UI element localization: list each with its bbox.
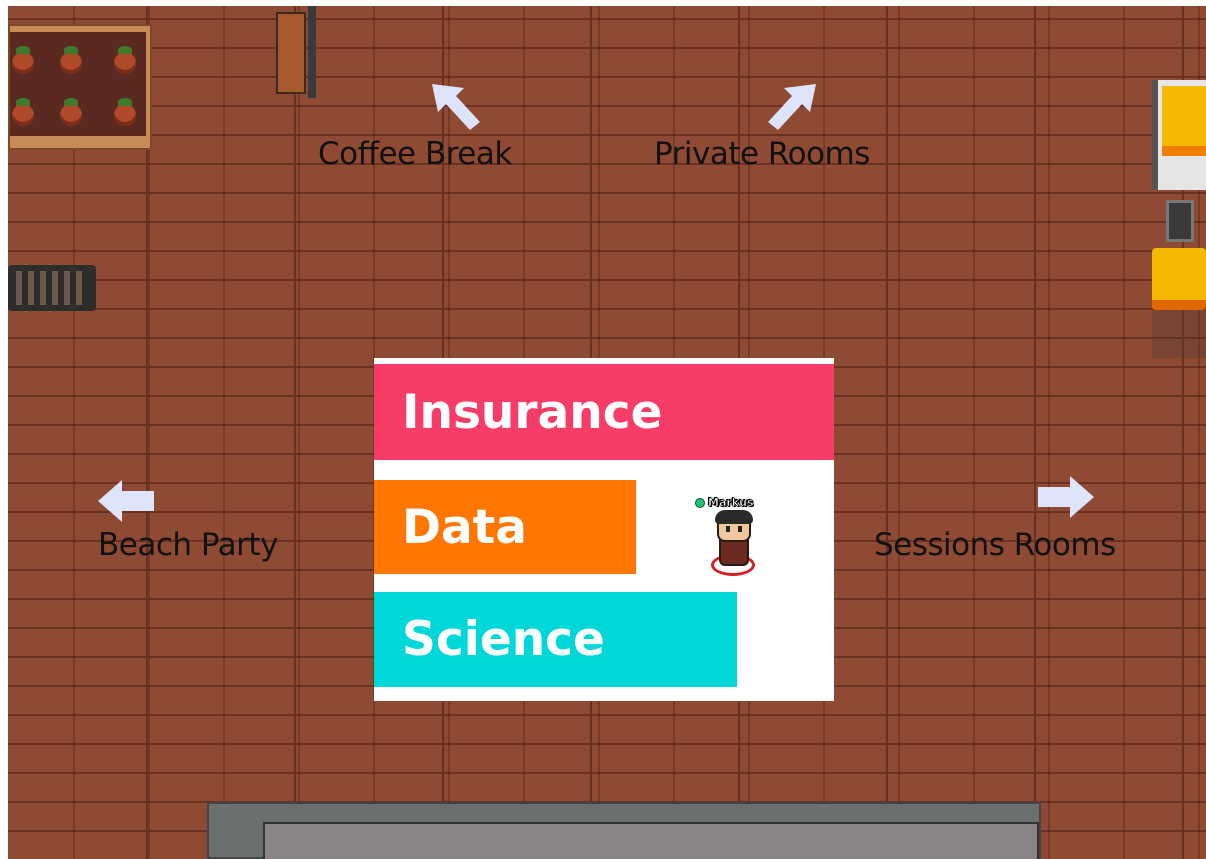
player-name-tag: Markus [695, 496, 754, 509]
arrow-up-right-icon [768, 84, 816, 130]
character-eye [738, 526, 742, 532]
map-edge-top [0, 0, 1206, 6]
arrow-right-icon [1038, 476, 1094, 518]
online-status-icon [695, 497, 705, 508]
sign-coffee-break: Coffee Break [318, 136, 512, 172]
board-line-data: Data [374, 480, 636, 574]
yellow-counter [1152, 248, 1206, 310]
map-edge-left [0, 0, 8, 859]
iron-fence [8, 265, 96, 311]
arrow-left-icon [98, 480, 154, 522]
board-line-insurance: Insurance [374, 364, 834, 460]
wooden-bench [270, 6, 318, 104]
stage-platform [207, 802, 1041, 859]
yellow-cabinet [1152, 80, 1206, 190]
sign-sessions-rooms: Sessions Rooms [874, 527, 1116, 563]
character-eye [726, 526, 730, 532]
sign-private-rooms: Private Rooms [654, 136, 870, 172]
chair [1166, 200, 1194, 242]
board-line-science: Science [374, 592, 737, 687]
sign-beach-party: Beach Party [98, 527, 278, 563]
player-name: Markus [708, 496, 754, 510]
game-map[interactable]: Coffee Break Private Rooms Beach Party S… [0, 0, 1206, 859]
planter-box [8, 24, 152, 150]
character-hair [715, 510, 753, 524]
floor-shadow [1152, 310, 1206, 358]
player-avatar[interactable]: Markus [695, 496, 775, 586]
arrow-up-left-icon [432, 84, 480, 130]
